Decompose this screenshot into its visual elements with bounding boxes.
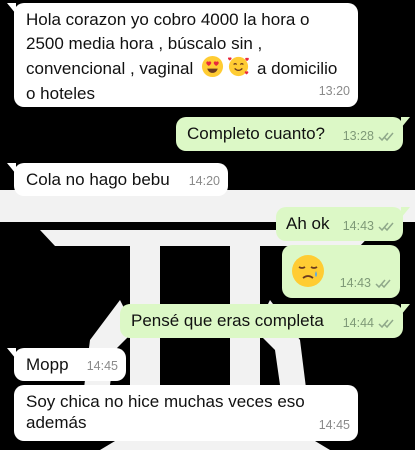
message-meta: 13:28: [343, 126, 395, 147]
message-outgoing[interactable]: Ah ok 14:43: [276, 207, 410, 241]
message-incoming[interactable]: Hola corazon yo cobro 4000 la hora o 250…: [7, 3, 358, 107]
message-time: 14:45: [86, 359, 118, 373]
message-time: 14:43: [339, 276, 371, 290]
message-text: convencional , vaginal: [26, 59, 194, 78]
message-time: 14:44: [342, 316, 374, 330]
message-time: 13:20: [318, 84, 350, 98]
message-text: Pensé que eras completa: [131, 311, 324, 330]
heart-eyes-emoji-icon: [201, 55, 224, 78]
message-meta: 13:20: [319, 81, 350, 102]
smiling-face-with-hearts-emoji-icon: [227, 56, 249, 77]
sad-relieved-face-emoji-icon: [292, 255, 324, 287]
message-meta: 14:20: [189, 171, 220, 192]
message-text: o hoteles: [26, 84, 95, 103]
message-text: Hola corazon yo cobro 4000 la hora o: [26, 10, 310, 29]
message-text: 2500 media hora , búscalo sin ,: [26, 34, 263, 53]
message-time: 14:43: [342, 219, 374, 233]
message-incoming[interactable]: Cola no hago bebu 14:20: [7, 163, 228, 196]
message-time: 13:28: [342, 129, 374, 143]
read-receipt-icon: [378, 318, 395, 329]
message-meta: 14:45: [319, 415, 350, 436]
read-receipt-icon: [378, 131, 395, 142]
message-outgoing[interactable]: Completo cuanto? 13:28: [176, 117, 410, 151]
message-text: Mopp: [26, 355, 69, 374]
message-time: 14:20: [188, 174, 220, 188]
message-text: Completo cuanto?: [187, 124, 325, 143]
read-receipt-icon: [378, 221, 395, 232]
message-outgoing[interactable]: Pensé que eras completa 14:44: [120, 304, 410, 338]
read-receipt-icon: [375, 278, 392, 289]
message-text: además: [26, 413, 87, 432]
message-incoming[interactable]: Soy chica no hice muchas veces eso ademá…: [14, 385, 358, 441]
message-text: Cola no hago bebu: [26, 170, 170, 189]
message-text: a domicilio: [257, 59, 338, 78]
message-meta: 14:43: [343, 216, 395, 237]
message-meta: 14:43: [340, 273, 392, 294]
message-meta: 14:44: [343, 313, 395, 334]
message-text: Ah ok: [286, 214, 330, 233]
message-incoming[interactable]: Mopp 14:45: [7, 348, 126, 381]
message-outgoing-emoji[interactable]: 14:43: [282, 245, 400, 298]
message-meta: 14:45: [87, 356, 118, 377]
message-text: Soy chica no hice muchas veces eso: [26, 392, 305, 411]
message-time: 14:45: [318, 418, 350, 432]
